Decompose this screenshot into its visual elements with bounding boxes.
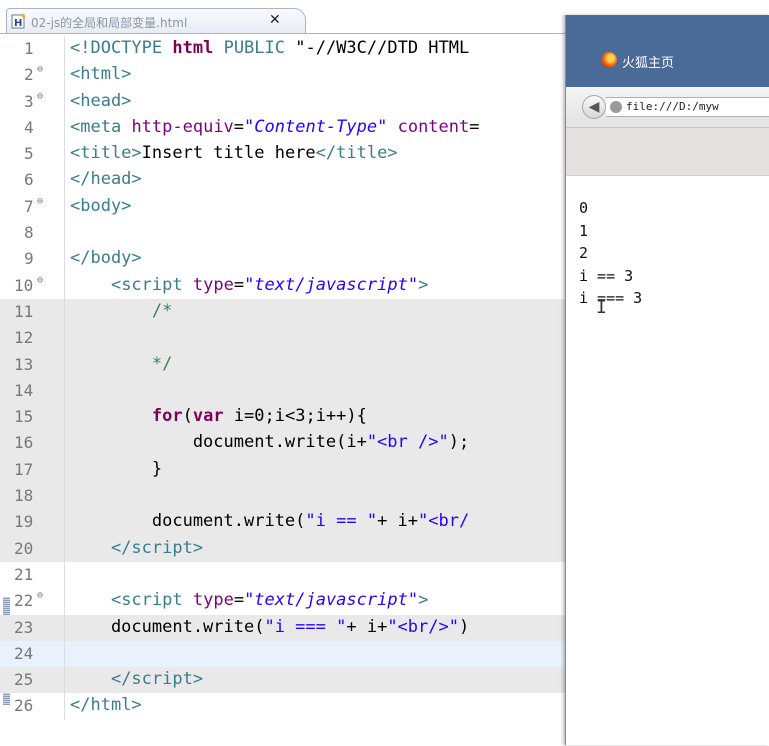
gutter-divider [64, 614, 65, 641]
output-line: i === 3 [579, 289, 643, 308]
gutter-divider [64, 535, 65, 562]
line-number: 15 [14, 407, 34, 427]
back-arrow-icon[interactable]: ◀ [582, 95, 606, 119]
line-number: 16 [14, 433, 34, 453]
gutter-divider [64, 561, 65, 589]
line-number: 26 [14, 696, 34, 716]
close-icon[interactable]: ✕ [269, 12, 281, 28]
gutter-divider [64, 220, 65, 247]
gutter-divider [64, 114, 65, 142]
fold-collapse-icon[interactable]: ⊖ [37, 91, 43, 102]
browser-toolbar-strip [566, 128, 769, 176]
line-number: 13 [14, 354, 34, 374]
gutter-divider [64, 298, 65, 326]
code-text: <title>Insert title here</title> [70, 143, 398, 164]
gutter-divider [64, 404, 65, 431]
line-number: 1 [24, 39, 34, 58]
gutter-divider [64, 456, 65, 484]
gutter-divider [64, 272, 65, 299]
browser-window: 火狐主页 ◀ file:///D:/myw 0 1 2 i == 3 i ===… [565, 15, 769, 745]
line-number: 9 [24, 249, 34, 269]
gutter-divider [64, 325, 65, 352]
output-line: 2 [579, 244, 589, 263]
gutter-divider [64, 588, 65, 615]
code-text: /* [151, 300, 173, 321]
line-number: 24 [14, 643, 34, 663]
gutter-divider [64, 430, 65, 457]
line-number: 23 [14, 617, 34, 637]
fold-collapse-icon[interactable]: ⊖ [37, 64, 43, 75]
code-text: */ [151, 353, 173, 374]
line-number: 4 [24, 117, 34, 137]
line-number: 5 [24, 144, 34, 164]
output-line: i == 3 [579, 266, 634, 285]
code-text: </script> [110, 537, 204, 558]
code-text: </html> [70, 695, 142, 716]
gutter-divider [64, 377, 65, 405]
line-number: 12 [14, 328, 34, 348]
browser-navbar: ◀ file:///D:/myw [566, 87, 769, 128]
line-number: 11 [14, 301, 34, 321]
line-number: 21 [14, 564, 34, 584]
gutter-divider [64, 36, 65, 63]
code-text: document.write(i+"<br />"); [70, 432, 470, 453]
browser-page-output: 0 1 2 i == 3 i === 3 [579, 197, 642, 310]
code-text: <head> [70, 90, 132, 111]
editor-tab-title: 02-js的全局和局部变量.html [31, 16, 188, 30]
file-html-icon: H [11, 13, 26, 29]
line-number: 6 [24, 170, 34, 190]
code-text: <!DOCTYPE html PUBLIC "-//W3C//DTD HTML [70, 38, 470, 58]
line-number: 3 [24, 91, 34, 111]
code-text: <html> [70, 64, 132, 85]
svg-text:H: H [14, 18, 22, 29]
gutter-divider [64, 667, 65, 694]
code-text: for(var i=0;i<3;i++){ [151, 406, 367, 427]
line-number: 18 [14, 486, 34, 506]
line-number: 10 [14, 275, 34, 295]
url-bar[interactable]: file:///D:/myw [606, 97, 769, 117]
code-text: </script> [110, 669, 204, 690]
code-text: <script type="text/javascript"> [110, 590, 429, 611]
browser-titlebar: 火狐主页 [566, 15, 769, 87]
code-text: <script type="text/javascript"> [110, 274, 429, 295]
code-text: document.write("i === "+ i+"<br/>") [70, 616, 470, 637]
gutter-divider [64, 88, 65, 115]
gutter-divider [64, 483, 65, 510]
firefox-icon [601, 52, 617, 68]
code-text: } [70, 458, 163, 479]
line-number: 7 [24, 196, 34, 216]
gutter-divider [64, 693, 65, 720]
code-text: </body> [70, 248, 142, 269]
output-line: 1 [579, 221, 589, 240]
globe-icon [610, 101, 622, 113]
line-number: 14 [14, 380, 34, 400]
gutter-divider [64, 167, 65, 194]
code-text: document.write("i == "+ i+"<br/ [70, 511, 470, 532]
browser-title: 火狐主页 [622, 56, 675, 71]
line-number: 8 [24, 223, 34, 243]
gutter-divider [64, 509, 65, 536]
fold-collapse-icon[interactable]: ⊖ [37, 590, 43, 601]
gutter-divider [64, 193, 65, 221]
code-text: </head> [70, 169, 142, 190]
line-number: 22 [14, 591, 34, 611]
fold-collapse-icon[interactable]: ⊖ [37, 196, 43, 207]
fold-collapse-icon[interactable]: ⊖ [37, 275, 43, 286]
gutter-divider [64, 62, 65, 89]
gutter-divider [64, 351, 65, 378]
code-text: <body> [70, 195, 132, 216]
gutter-divider [64, 640, 65, 668]
line-number: 2 [24, 65, 34, 85]
editor-tab[interactable]: H 02-js的全局和局部变量.html ✕ [6, 8, 306, 34]
line-number: 19 [14, 512, 34, 532]
line-number: 17 [14, 459, 34, 479]
gutter-divider [64, 246, 65, 273]
url-text: file:///D:/myw [626, 100, 719, 113]
output-line: 0 [579, 199, 589, 217]
line-number: 25 [14, 670, 34, 690]
line-number: 20 [14, 538, 34, 558]
gutter-divider [64, 141, 65, 168]
code-text: <meta http-equiv="Content-Type" content= [70, 116, 480, 137]
text-cursor-icon: I [596, 297, 607, 318]
